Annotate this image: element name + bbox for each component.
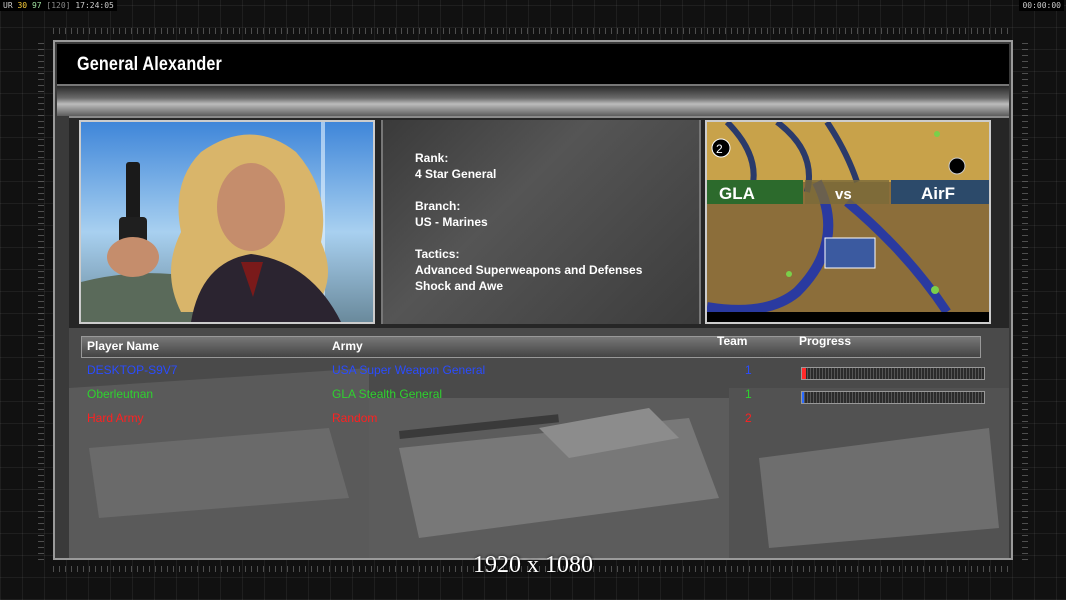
player-row-1: DESKTOP-S9V7 USA Super Weapon General 1 [69,363,1009,385]
branch-label: Branch: [415,199,461,213]
map-team-left: GLA [719,184,755,203]
header-team: Team [717,334,748,348]
player-2-name: Oberleutnan [87,387,154,401]
hud-prefix: UR [3,1,13,10]
resolution-label: 1920 x 1080 [473,552,593,578]
map-vs-text: vs [835,186,852,203]
hud-clock: 17:24:05 [75,1,114,10]
player-row-2: Oberleutnan GLA Stealth General 1 [69,387,1009,409]
map-preview: GLA vs AirF 2 [705,120,991,324]
tactics-line-1: Advanced Superweapons and Defenses [415,263,643,277]
general-info-row: Rank: 4 Star General Branch: US - Marine… [69,116,1009,330]
ruler-right [1022,40,1028,560]
general-details-panel: Rank: 4 Star General Branch: US - Marine… [381,120,701,324]
decorative-band [57,86,1009,116]
header-army: Army [332,339,363,353]
player-3-army: Random [332,411,378,425]
rank-label: Rank: [415,151,449,165]
tactics-line-2: Shock and Awe [415,279,504,293]
tactics-block: Tactics: Advanced Superweapons and Defen… [415,246,642,294]
player-3-team: 2 [745,411,752,425]
minimap-image: GLA vs AirF 2 [707,122,989,322]
player-list-panel: Player Name Army Team Progress DESKTOP-S… [69,328,1009,558]
general-portrait [79,120,375,324]
hud-value-3: [120] [46,1,71,10]
hud-value-1: 30 [17,1,28,10]
ruler-left [38,40,44,560]
player-1-army: USA Super Weapon General [332,363,486,377]
hud-timer: 00:00:00 [1019,0,1064,11]
player-2-progress-fill [802,392,804,403]
hud-value-2: 97 [31,1,42,10]
player-row-3: Hard Army Random 2 [69,411,1009,433]
rank-block: Rank: 4 Star General [415,150,496,182]
branch-block: Branch: US - Marines [415,198,488,230]
header-player-name: Player Name [87,339,160,353]
portrait-image [81,122,373,322]
player-2-team: 1 [745,387,752,401]
player-1-team: 1 [745,363,752,377]
player-2-progress-bar [801,391,985,404]
hud-stats: UR 30 97 [120] 17:24:05 [0,0,117,11]
tactics-label: Tactics: [415,247,460,261]
loading-screen-frame: General Alexander Rank: 4 Star General B… [53,40,1013,560]
player-2-army: GLA Stealth General [332,387,443,401]
map-team-right: AirF [921,184,955,203]
rank-value: 4 Star General [415,167,497,181]
header-progress: Progress [799,334,852,348]
general-title: General Alexander [77,54,223,75]
player-3-name: Hard Army [87,411,144,425]
branch-value: US - Marines [415,215,488,229]
map-player-count: 2 [716,142,723,156]
ruler-top [53,28,1013,34]
player-1-progress-fill [802,368,806,379]
player-1-progress-bar [801,367,985,380]
player-1-name: DESKTOP-S9V7 [87,363,178,377]
title-bar: General Alexander [57,44,1009,86]
